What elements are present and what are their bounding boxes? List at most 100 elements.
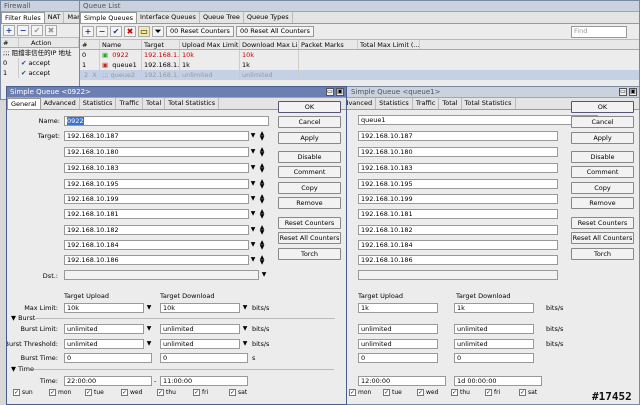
find-input[interactable]: Find bbox=[571, 26, 627, 38]
day-checkbox[interactable]: ✓ mon bbox=[349, 389, 371, 396]
day-checkbox-mon[interactable]: ✓ mon bbox=[49, 389, 71, 396]
updown-icon[interactable]: ▲ ▼ bbox=[259, 225, 265, 236]
minimize-icon[interactable]: ▭ bbox=[326, 88, 334, 96]
time-from-field[interactable]: 22:00:00 bbox=[64, 376, 152, 386]
target-field[interactable]: 192.168.10.186 bbox=[358, 255, 558, 265]
comment-button[interactable]: Comment bbox=[571, 166, 634, 178]
ok-button[interactable]: OK bbox=[571, 101, 634, 113]
table-row[interactable]: 1 ✔ accept bbox=[1, 68, 79, 78]
filter-icon[interactable]: ⏷ bbox=[152, 26, 164, 37]
minimize-icon[interactable]: ▭ bbox=[619, 88, 627, 96]
col-action[interactable]: Action bbox=[19, 38, 79, 47]
tab-total-statistics[interactable]: Total Statistics bbox=[165, 98, 220, 109]
burst-threshold-down-field[interactable]: unlimited bbox=[454, 339, 534, 349]
target-field[interactable]: 192.168.10.182 bbox=[64, 225, 249, 235]
dropdown-icon[interactable]: ▼ bbox=[146, 305, 152, 311]
dropdown-icon[interactable]: ▼ bbox=[250, 227, 256, 233]
max-upload-field[interactable]: 10k bbox=[64, 303, 144, 313]
tab-queue-tree[interactable]: Queue Tree bbox=[200, 12, 244, 23]
col-upload-max[interactable]: Upload Max Limit bbox=[180, 40, 240, 49]
tab-simple-queues[interactable]: Simple Queues bbox=[80, 12, 138, 23]
day-checkbox-sat[interactable]: ✓ sat bbox=[229, 389, 247, 396]
burst-limit-down-field[interactable]: unlimited bbox=[160, 324, 240, 334]
day-checkbox-fri[interactable]: ✓ fri bbox=[193, 389, 208, 396]
cancel-button[interactable]: Cancel bbox=[278, 116, 341, 128]
tab-traffic[interactable]: Traffic bbox=[116, 98, 143, 109]
target-field[interactable]: 192.168.10.199 bbox=[64, 194, 249, 204]
reset-counters-button[interactable]: Reset Counters bbox=[571, 217, 634, 229]
day-checkbox-sun[interactable]: ✓ sun bbox=[13, 389, 33, 396]
target-field[interactable]: 192.168.10.187 bbox=[64, 131, 249, 141]
time-section[interactable]: ▼ Time bbox=[11, 365, 334, 373]
copy-button[interactable]: Copy bbox=[571, 182, 634, 194]
tab-total[interactable]: Total bbox=[143, 98, 166, 109]
tab-traffic[interactable]: Traffic bbox=[413, 98, 440, 109]
col-name[interactable]: Name bbox=[100, 40, 142, 49]
dropdown-icon[interactable]: ▼ bbox=[242, 326, 248, 332]
burst-threshold-down-field[interactable]: unlimited bbox=[160, 339, 240, 349]
day-checkbox[interactable]: ✓ thu bbox=[451, 389, 470, 396]
close-icon[interactable]: ▣ bbox=[336, 88, 344, 96]
tab-mangle[interactable]: Man bbox=[64, 12, 79, 23]
dropdown-icon[interactable]: ▼ bbox=[250, 149, 256, 155]
disable-icon[interactable]: ✖ bbox=[45, 25, 57, 36]
col-packet-marks[interactable]: Packet Marks bbox=[299, 40, 358, 49]
dropdown-icon[interactable]: ▼ bbox=[242, 341, 248, 347]
col-num[interactable]: # bbox=[80, 40, 100, 49]
firewall-comment-row[interactable]: ;;; 阻擋非信任的IP 地址 bbox=[1, 48, 79, 58]
day-checkbox-tue[interactable]: ✓ tue bbox=[85, 389, 104, 396]
day-checkbox[interactable]: ✓ sat bbox=[519, 389, 537, 396]
target-field[interactable]: 192.168.10.195 bbox=[64, 179, 249, 189]
updown-icon[interactable]: ▲ ▼ bbox=[259, 194, 265, 205]
target-field[interactable]: 192.168.10.181 bbox=[358, 209, 558, 219]
name-field[interactable]: queue1 bbox=[358, 115, 598, 125]
remove-icon[interactable]: − bbox=[17, 25, 29, 36]
remove-button[interactable]: Remove bbox=[278, 197, 341, 209]
target-field[interactable]: 192.168.10.186 bbox=[64, 255, 249, 265]
dropdown-icon[interactable]: ▼ bbox=[146, 341, 152, 347]
burst-limit-up-field[interactable]: unlimited bbox=[358, 324, 438, 334]
dropdown-icon[interactable]: ▼ bbox=[261, 272, 267, 278]
burst-limit-up-field[interactable]: unlimited bbox=[64, 324, 144, 334]
dropdown-icon[interactable]: ▼ bbox=[242, 305, 248, 311]
reset-all-counters-button[interactable]: 00 Reset All Counters bbox=[235, 26, 314, 37]
tab-queue-types[interactable]: Queue Types bbox=[244, 12, 293, 23]
updown-icon[interactable]: ▲ ▼ bbox=[259, 147, 265, 158]
dropdown-icon[interactable]: ▼ bbox=[250, 211, 256, 217]
target-field[interactable]: 192.168.10.182 bbox=[358, 225, 558, 235]
day-checkbox[interactable]: ✓ tue bbox=[383, 389, 402, 396]
tab-total-statistics[interactable]: Total Statistics bbox=[462, 98, 516, 109]
updown-icon[interactable]: ▲ ▼ bbox=[259, 179, 265, 190]
dropdown-icon[interactable]: ▼ bbox=[250, 242, 256, 248]
burst-time-down-field[interactable]: 0 bbox=[160, 353, 248, 363]
torch-button[interactable]: Torch bbox=[278, 248, 341, 260]
tab-advanced[interactable]: Advanced bbox=[41, 98, 80, 109]
remove-button[interactable]: Remove bbox=[571, 197, 634, 209]
cancel-button[interactable]: Cancel bbox=[571, 116, 634, 128]
dropdown-icon[interactable]: ▼ bbox=[250, 196, 256, 202]
dropdown-icon[interactable]: ▼ bbox=[250, 257, 256, 263]
table-row[interactable]: 2 X ;;; queue2 192.168.1... unlimited un… bbox=[80, 70, 639, 80]
comment-button[interactable]: Comment bbox=[278, 166, 341, 178]
reset-all-counters-button[interactable]: Reset All Counters bbox=[571, 232, 634, 244]
target-field[interactable]: 192.168.10.187 bbox=[358, 131, 558, 141]
burst-threshold-up-field[interactable]: unlimited bbox=[358, 339, 438, 349]
updown-icon[interactable]: ▲ ▼ bbox=[259, 240, 265, 251]
time-from-field[interactable]: 12:00:00 bbox=[358, 376, 446, 386]
dst-field[interactable] bbox=[64, 270, 259, 280]
target-field[interactable]: 192.168.10.183 bbox=[358, 163, 558, 173]
day-checkbox-thu[interactable]: ✓ thu bbox=[157, 389, 176, 396]
day-checkbox-wed[interactable]: ✓ wed bbox=[121, 389, 142, 396]
disable-button[interactable]: Disable bbox=[571, 151, 634, 163]
dropdown-icon[interactable]: ▼ bbox=[146, 326, 152, 332]
max-download-field[interactable]: 1k bbox=[454, 303, 534, 313]
time-to-field[interactable]: 11:00:00 bbox=[160, 376, 248, 386]
disable-icon[interactable]: ✖ bbox=[124, 26, 136, 37]
target-field[interactable]: 192.168.10.184 bbox=[64, 240, 249, 250]
remove-icon[interactable]: − bbox=[96, 26, 108, 37]
dropdown-icon[interactable]: ▼ bbox=[250, 133, 256, 139]
ok-button[interactable]: OK bbox=[278, 101, 341, 113]
day-checkbox[interactable]: ✓ wed bbox=[417, 389, 438, 396]
tab-interface-queues[interactable]: Interface Queues bbox=[137, 12, 200, 23]
col-target[interactable]: Target bbox=[142, 40, 180, 49]
